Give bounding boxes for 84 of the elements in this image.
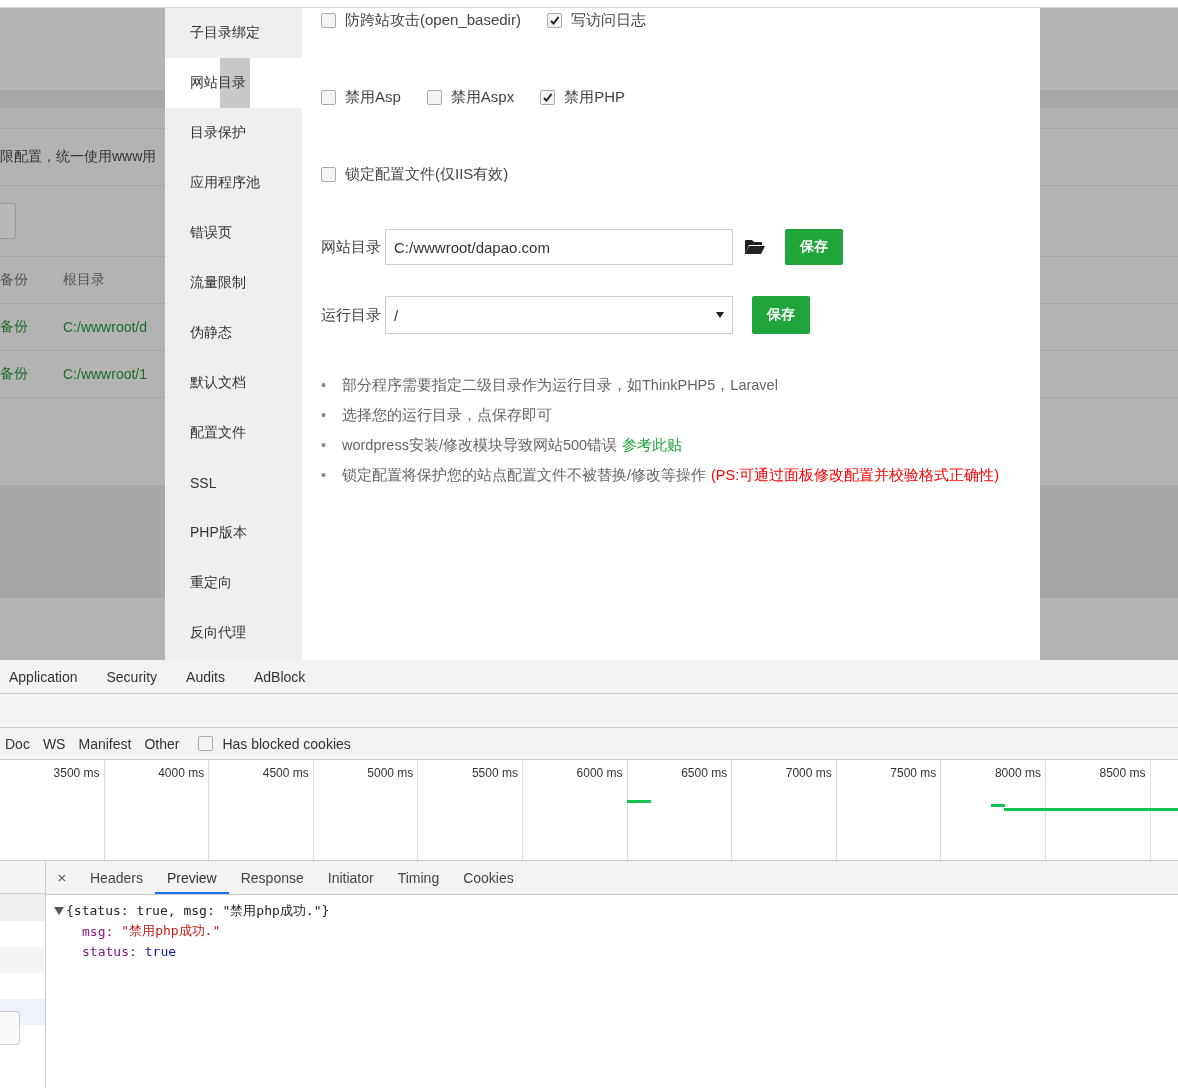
checkbox[interactable] [321, 12, 336, 28]
bullet: • [321, 466, 328, 485]
tip-text: wordpress安装/修改模块导致网站500错误 [342, 436, 618, 455]
warning-note: (PS:可通过面板修改配置并校验格式正确性) [711, 466, 1000, 485]
notice-text: 限配置，统一使用www用 [0, 148, 157, 166]
option-label: 禁用Asp [345, 87, 401, 107]
option-label: 写访问日志 [570, 10, 646, 30]
table-cell: C:/wwwroot/1 [63, 366, 148, 382]
sidebar-item[interactable]: PHP版本 [165, 508, 302, 558]
json-summary: {status: true, msg: "禁用php成功."} [66, 902, 330, 920]
caret-icon [716, 312, 724, 318]
sidebar-item[interactable]: 反向代理 [165, 608, 302, 658]
sidebar-item[interactable]: 应用程序池 [165, 158, 302, 208]
checkbox[interactable] [546, 12, 562, 28]
panel-tab[interactable]: AdBlock [254, 668, 306, 685]
panel-tab[interactable]: Audits [186, 668, 225, 685]
partial-button[interactable] [0, 203, 16, 239]
time-tick: 6500 ms [681, 766, 728, 780]
time-tick: 7500 ms [890, 766, 937, 780]
time-tick: 4500 ms [262, 766, 309, 780]
bullet: • [321, 376, 328, 395]
panel-tab[interactable]: Application [9, 668, 78, 685]
checkbox[interactable] [198, 736, 214, 751]
detail-tab[interactable]: Cookies [451, 861, 526, 894]
sidebar-item[interactable]: 错误页 [165, 208, 302, 258]
folder-icon[interactable] [745, 239, 765, 255]
filter-option[interactable]: Other [144, 735, 180, 752]
time-tick: 7000 ms [785, 766, 832, 780]
option-label: 防跨站攻击(open_basedir) [345, 10, 521, 30]
time-tick: 8500 ms [1099, 766, 1146, 780]
sidebar-item[interactable]: 子目录绑定 [165, 8, 302, 58]
json-value: "禁用php成功." [121, 922, 221, 940]
detail-tab[interactable]: Initiator [315, 861, 386, 894]
expand-triangle-icon[interactable] [54, 907, 64, 915]
column-header: 备份 [0, 271, 29, 289]
table-cell-text: 备份 [0, 365, 29, 383]
bullet: • [321, 436, 328, 455]
sidebar-item[interactable]: 配置文件 [165, 408, 302, 458]
detail-tab[interactable]: Preview [154, 861, 229, 894]
time-tick: 5000 ms [367, 766, 414, 780]
json-key: msg: [82, 923, 114, 939]
time-tick: 3500 ms [53, 766, 100, 780]
checkbox[interactable] [426, 89, 442, 105]
sidebar-item[interactable]: SSL [165, 458, 302, 508]
json-key: status: [82, 943, 137, 959]
sidebar-item[interactable]: 重定向 [165, 558, 302, 608]
filter-option[interactable]: Doc [5, 735, 30, 752]
checkbox[interactable] [540, 89, 556, 105]
time-tick: 5500 ms [471, 766, 518, 780]
tip-text: 锁定配置将保护您的站点配置文件不被替换/修改等操作 [342, 466, 707, 485]
field-label: 运行目录 [321, 305, 382, 325]
column-header: 根目录 [63, 271, 105, 289]
time-tick: 8000 ms [994, 766, 1041, 780]
sidebar-item[interactable]: 网站目录 [165, 58, 302, 108]
detail-tab[interactable]: Headers [78, 861, 155, 894]
sidebar-item[interactable]: 流量限制 [165, 258, 302, 308]
close-button[interactable]: × [46, 869, 78, 886]
tip-text: 选择您的运行目录，点保存即可 [342, 406, 552, 425]
checkbox[interactable] [321, 89, 336, 105]
option-label: 禁用PHP [564, 87, 626, 107]
sidebar-item[interactable]: 目录保护 [165, 108, 302, 158]
partial-tooltip [0, 1011, 20, 1045]
time-tick: 4000 ms [158, 766, 205, 780]
bullet: • [321, 406, 328, 425]
directory-field[interactable]: C:/wwwroot/dapao.com [385, 229, 733, 265]
tip-text: 部分程序需要指定二级目录作为运行目录，如ThinkPHP5，Laravel [342, 376, 778, 395]
detail-tab[interactable]: Timing [385, 861, 452, 894]
waterfall-bar [627, 800, 651, 803]
sidebar-item[interactable]: 伪静态 [165, 308, 302, 358]
filter-option[interactable]: Manifest [78, 735, 132, 752]
sidebar-item[interactable]: 默认文档 [165, 358, 302, 408]
table-cell-text: 备份 [0, 318, 29, 336]
checkbox-label: Has blocked cookies [222, 735, 351, 752]
checkbox[interactable] [321, 166, 336, 182]
json-value: true [144, 943, 177, 959]
panel-tab[interactable]: Security [106, 668, 158, 685]
field-label: 网站目录 [321, 237, 382, 257]
filter-option[interactable]: WS [42, 735, 66, 752]
time-tick: 6000 ms [576, 766, 623, 780]
option-label: 禁用Aspx [450, 87, 515, 107]
option-label: 锁定配置文件(仅IIS有效) [345, 164, 509, 184]
detail-tab[interactable]: Response [228, 861, 316, 894]
run-directory-select[interactable]: / [385, 296, 733, 334]
table-cell: C:/wwwroot/d [63, 319, 148, 335]
